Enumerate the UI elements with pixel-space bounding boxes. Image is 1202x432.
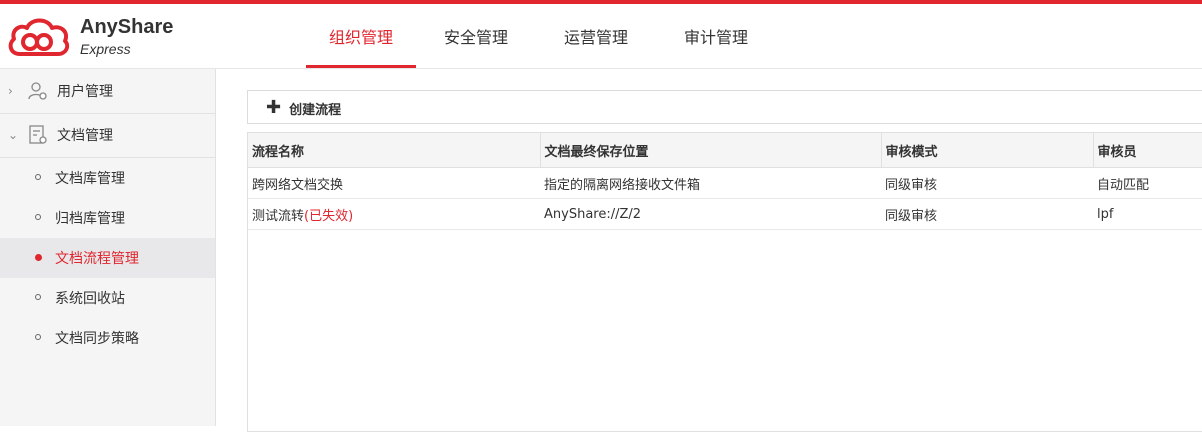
sidebar-group-label: 文档管理 [57, 128, 113, 144]
tab-audit-management[interactable]: 审计管理 [656, 4, 776, 68]
brand-subtitle: Express [80, 41, 131, 57]
sidebar-item-library[interactable]: 文档库管理 [0, 158, 215, 198]
bullet-icon [35, 254, 42, 261]
sidebar-group-label: 用户管理 [57, 84, 113, 100]
workflow-name: 跨网络文档交换 [252, 177, 344, 193]
tab-security-management[interactable]: 安全管理 [416, 4, 536, 68]
bullet-icon [35, 214, 41, 220]
bullet-icon [35, 174, 41, 180]
plus-icon: ✚ [266, 97, 282, 118]
workflow-name: 测试流转 [252, 208, 305, 224]
user-settings-icon [28, 82, 47, 100]
auditor-cell: lpf [1093, 198, 1202, 230]
header: AnyShare Express 组织管理 安全管理 运营管理 审计管理 [0, 4, 1202, 69]
auditor-cell: 自动匹配 [1093, 167, 1202, 199]
sidebar-item-archive[interactable]: 归档库管理 [0, 198, 215, 238]
main-content: ✚ 创建流程 流程名称 文档最终保存位置 审核模式 审核员 跨网络文档交换 指定… [216, 69, 1202, 432]
mode-cell: 同级审核 [881, 198, 1093, 230]
cloud-logo-icon [8, 18, 70, 56]
document-settings-icon [29, 125, 47, 144]
column-header[interactable]: 审核员 [1093, 133, 1202, 168]
mode-cell: 同级审核 [881, 167, 1093, 199]
logo[interactable]: AnyShare Express [6, 14, 176, 62]
table-header-row: 流程名称 文档最终保存位置 审核模式 审核员 [248, 133, 1202, 168]
sidebar-item-workflow[interactable]: 文档流程管理 [0, 238, 215, 278]
chevron-right-icon: › [8, 84, 13, 98]
brand-title: AnyShare [80, 16, 174, 38]
tab-operations-management[interactable]: 运营管理 [536, 4, 656, 68]
workflow-name-cell: 跨网络文档交换 [248, 167, 540, 199]
create-workflow-button[interactable]: ✚ 创建流程 [266, 91, 341, 125]
status-badge: (已失效) [304, 208, 354, 224]
tab-org-management[interactable]: 组织管理 [306, 4, 416, 68]
column-header[interactable]: 流程名称 [248, 133, 541, 168]
bullet-icon [35, 334, 41, 340]
toolbar: ✚ 创建流程 [247, 90, 1202, 124]
workflow-table: 流程名称 文档最终保存位置 审核模式 审核员 跨网络文档交换 指定的隔离网络接收… [247, 132, 1202, 432]
table-row[interactable]: 跨网络文档交换 指定的隔离网络接收文件箱 同级审核 自动匹配 [248, 167, 1202, 199]
sidebar-group-documents[interactable]: ⌄ 文档管理 [0, 113, 215, 158]
sidebar-item-sync-policy[interactable]: 文档同步策略 [0, 318, 215, 358]
sidebar-item-label: 归档库管理 [55, 211, 125, 227]
table-row[interactable]: 测试流转(已失效) AnyShare://Z/2 同级审核 lpf [248, 198, 1202, 230]
workflow-name-cell: 测试流转(已失效) [248, 198, 540, 230]
top-nav: 组织管理 安全管理 运营管理 审计管理 [306, 4, 776, 68]
sidebar-item-label: 系统回收站 [55, 291, 125, 307]
create-workflow-label: 创建流程 [289, 102, 342, 118]
column-header[interactable]: 文档最终保存位置 [540, 133, 882, 168]
sidebar: › 用户管理 ⌄ 文档管理 文档库管理 归档库管理 文档流程管理 系统回收站 文… [0, 69, 216, 426]
sidebar-item-label: 文档库管理 [55, 171, 125, 187]
location-cell: 指定的隔离网络接收文件箱 [540, 167, 881, 199]
location-cell: AnyShare://Z/2 [540, 198, 881, 230]
column-header[interactable]: 审核模式 [881, 133, 1094, 168]
chevron-down-icon: ⌄ [8, 128, 19, 142]
sidebar-item-label: 文档同步策略 [55, 331, 139, 347]
bullet-icon [35, 294, 41, 300]
sidebar-item-recycle-bin[interactable]: 系统回收站 [0, 278, 215, 318]
sidebar-group-users[interactable]: › 用户管理 [0, 69, 215, 114]
sidebar-item-label: 文档流程管理 [55, 251, 139, 267]
